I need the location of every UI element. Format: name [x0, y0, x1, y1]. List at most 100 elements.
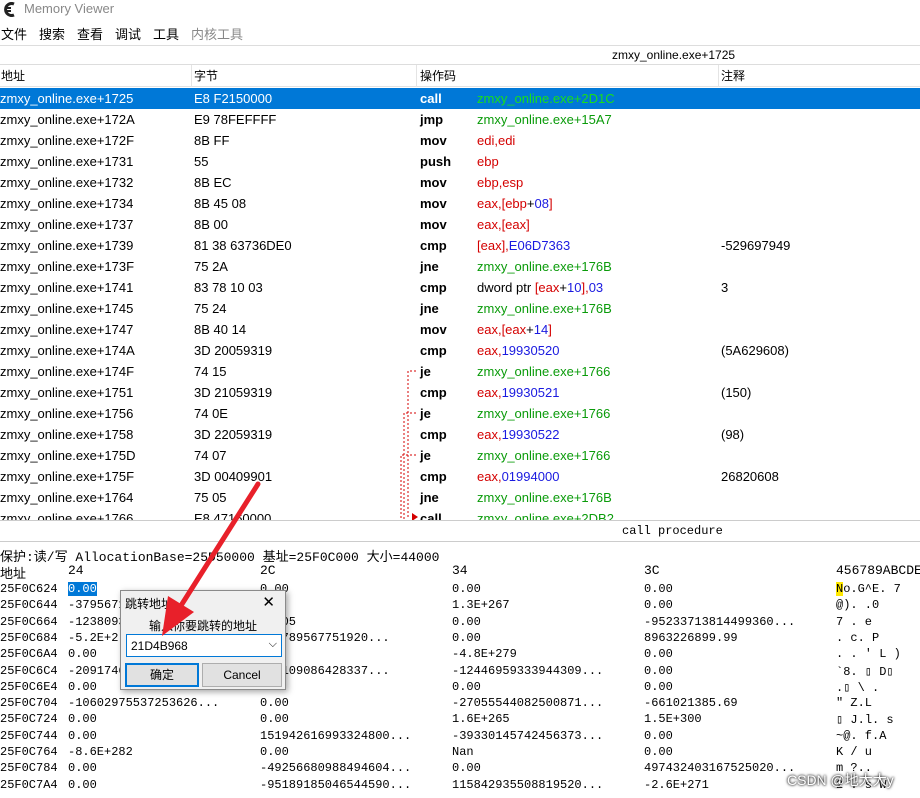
disasm-row[interactable]: zmxy_online.exe+1756 74 0E je zmxy_online.e… [0, 403, 920, 424]
close-icon[interactable]: ✕ [262, 593, 275, 611]
hex-row-ascii[interactable]: .▯ \ . [836, 680, 879, 695]
hex-cell[interactable]: 0.00 [452, 615, 481, 629]
hex-cell[interactable]: -4.8E+279 [452, 647, 517, 661]
hex-cell[interactable]: 0.00 [644, 745, 673, 759]
hex-row-ascii[interactable]: . c. P [836, 631, 879, 645]
menu-view[interactable]: 查看 [77, 24, 103, 43]
hex-cell[interactable]: 0.00 [68, 680, 97, 694]
hex-row[interactable]: 25F0C744 0.00 151942616993324800... -393301… [0, 729, 920, 745]
disasm-row[interactable]: zmxy_online.exe+172A E9 78FEFFFF jmp zmxy_o… [0, 109, 920, 130]
hex-cell[interactable]: 497432403167525020... [644, 761, 795, 775]
hex-cell[interactable]: -8.6E+282 [68, 745, 133, 759]
menu-file[interactable]: 文件 [1, 24, 27, 43]
hex-cell[interactable]: 0.00 [452, 761, 481, 775]
hex-cell[interactable]: -27055544082500871... [452, 696, 603, 710]
hex-cell[interactable]: -2.6E+271 [644, 778, 709, 792]
hex-cell[interactable]: 0.00 [644, 598, 673, 612]
hex-cell[interactable]: 1.5E+300 [644, 712, 702, 726]
hex-cell[interactable]: -12446959333944309... [452, 664, 603, 678]
menu-kernel-tools[interactable]: 内核工具 [191, 24, 243, 43]
hex-row-ascii[interactable]: 7 . e [836, 615, 872, 629]
disasm-row[interactable]: zmxy_online.exe+1766 E8 47160000 call zmxy_… [0, 508, 920, 520]
chevron-down-icon[interactable]: ⌵ [269, 638, 277, 651]
hex-row-ascii[interactable]: ~@. f.A [836, 729, 886, 743]
disasm-row[interactable]: zmxy_online.exe+1732 8B EC mov ebp,esp [0, 172, 920, 193]
hex-cell[interactable]: -39330145742456373... [452, 729, 603, 743]
hex-cell[interactable]: 0.00 [644, 729, 673, 743]
hex-cell[interactable]: 115842935508819520... [452, 778, 603, 792]
hex-row[interactable]: 25F0C784 0.00 -49256680988494604... 0.00 497… [0, 761, 920, 777]
hex-cell[interactable]: 0.00 [452, 582, 481, 596]
hex-cell[interactable]: -95189185046544590... [260, 778, 411, 792]
column-header-bytes[interactable]: 字节 [193, 65, 417, 87]
column-header-address[interactable]: 地址 [0, 65, 192, 87]
hex-cell[interactable]: -10602975537253626... [68, 696, 219, 710]
hex-cell[interactable]: Nan [452, 745, 474, 759]
hex-cell[interactable]: 151942616993324800... [260, 729, 411, 743]
hex-cell[interactable]: 0.00 [644, 664, 673, 678]
hex-row[interactable]: 25F0C724 0.00 0.00 1.6E+265 1.5E+300 ▯ J.l. s [0, 712, 920, 728]
disasm-row[interactable]: zmxy_online.exe+174A 3D 20059319 cmp eax,19… [0, 340, 920, 361]
address-input[interactable] [127, 635, 255, 656]
address-combobox[interactable]: ⌵ [126, 634, 282, 657]
disassembly-listing[interactable]: zmxy_online.exe+1725 E8 F2150000 call zmxy_… [0, 87, 920, 520]
hex-cell[interactable]: -49256680988494604... [260, 761, 411, 775]
hex-cell[interactable]: 0.00 [68, 729, 97, 743]
hex-row[interactable]: 25F0C7A4 0.00 -95189185046544590... 1158429… [0, 778, 920, 794]
hex-cell[interactable]: 0.00 [452, 631, 481, 645]
disasm-row[interactable]: zmxy_online.exe+1725 E8 F2150000 call zmxy_… [0, 88, 920, 109]
hex-row-ascii[interactable]: No.G^E. 7 [836, 582, 901, 596]
disasm-row[interactable]: zmxy_online.exe+172F 8B FF mov edi,edi [0, 130, 920, 151]
hex-cell[interactable]: 0.00 [260, 696, 289, 710]
hex-cell[interactable]: -95233713814499360... [644, 615, 795, 629]
disasm-row[interactable]: zmxy_online.exe+1734 8B 45 08 mov eax,[ebp+… [0, 193, 920, 214]
hex-row-ascii[interactable]: `8. ▯ D▯ [836, 664, 894, 679]
hex-cell[interactable]: 0.00 [644, 582, 673, 596]
hex-cell[interactable]: 0.00 [644, 647, 673, 661]
menu-search[interactable]: 搜索 [39, 24, 65, 43]
menu-tools[interactable]: 工具 [153, 24, 179, 43]
disasm-row[interactable]: zmxy_online.exe+1741 83 78 10 03 cmp dword … [0, 277, 920, 298]
disasm-row[interactable]: zmxy_online.exe+1764 75 05 jne zmxy_online.… [0, 487, 920, 508]
hex-cell[interactable]: 0.00 [260, 712, 289, 726]
column-header-opcode[interactable]: 操作码 [419, 65, 719, 87]
hex-cell[interactable]: -2091746 [68, 664, 126, 678]
cancel-button[interactable]: Cancel [202, 663, 282, 687]
pane-splitter[interactable]: call procedure [0, 520, 920, 542]
hex-cell[interactable]: 0.00 [260, 745, 289, 759]
disasm-row[interactable]: zmxy_online.exe+1751 3D 21059319 cmp eax,19… [0, 382, 920, 403]
disasm-row[interactable]: zmxy_online.exe+175F 3D 00409901 cmp eax,01… [0, 466, 920, 487]
column-header-comment[interactable]: 注释 [720, 65, 920, 87]
hex-row-ascii[interactable]: @). .0 [836, 598, 879, 612]
hex-cell[interactable]: -5.2E+2 [68, 631, 118, 645]
hex-cell[interactable]: 0.00 [68, 761, 97, 775]
disasm-row[interactable]: zmxy_online.exe+1745 75 24 jne zmxy_online.… [0, 298, 920, 319]
disasm-row[interactable]: zmxy_online.exe+175D 74 07 je zmxy_online.e… [0, 445, 920, 466]
hex-cell[interactable]: 1.6E+265 [452, 712, 510, 726]
hex-cell[interactable]: 0.00 [68, 647, 97, 661]
hex-cell[interactable]: 0.00 [68, 778, 97, 792]
hex-cell[interactable]: 0.00 [68, 712, 97, 726]
ok-button[interactable]: 确定 [125, 663, 199, 687]
disasm-row[interactable]: zmxy_online.exe+1737 8B 00 mov eax,[eax] [0, 214, 920, 235]
hex-cell[interactable]: -3795671 [68, 598, 126, 612]
disasm-row[interactable]: zmxy_online.exe+174F 74 15 je zmxy_online.e… [0, 361, 920, 382]
hex-row-ascii[interactable]: K / u [836, 745, 872, 759]
disasm-row[interactable]: zmxy_online.exe+1747 8B 40 14 mov eax,[eax+… [0, 319, 920, 340]
disasm-row[interactable]: zmxy_online.exe+1731 55 push ebp [0, 151, 920, 172]
disasm-row[interactable]: zmxy_online.exe+1758 3D 22059319 cmp eax,19… [0, 424, 920, 445]
hex-cell[interactable]: 0.00 [644, 680, 673, 694]
hex-row[interactable]: 25F0C704 -10602975537253626... 0.00 -270555… [0, 696, 920, 712]
hex-cell[interactable]: 1.3E+267 [452, 598, 510, 612]
hex-row[interactable]: 25F0C764 -8.6E+282 0.00 Nan 0.00 K / u [0, 745, 920, 761]
hex-row-ascii[interactable]: . . ' L ) [836, 647, 901, 661]
menu-debug[interactable]: 调试 [115, 24, 141, 43]
hex-row-ascii[interactable]: " Z.L [836, 696, 872, 710]
hex-cell[interactable]: -661021385.69 [644, 696, 738, 710]
disasm-row[interactable]: zmxy_online.exe+1739 81 38 63736DE0 cmp [ea… [0, 235, 920, 256]
hex-row-ascii[interactable]: ▯ J.l. s [836, 712, 894, 727]
hex-cell[interactable]: 0.00 [68, 582, 97, 596]
hex-cell[interactable]: 8963226899.99 [644, 631, 738, 645]
disasm-row[interactable]: zmxy_online.exe+173F 75 2A jne zmxy_online.… [0, 256, 920, 277]
hex-cell[interactable]: 0.00 [452, 680, 481, 694]
